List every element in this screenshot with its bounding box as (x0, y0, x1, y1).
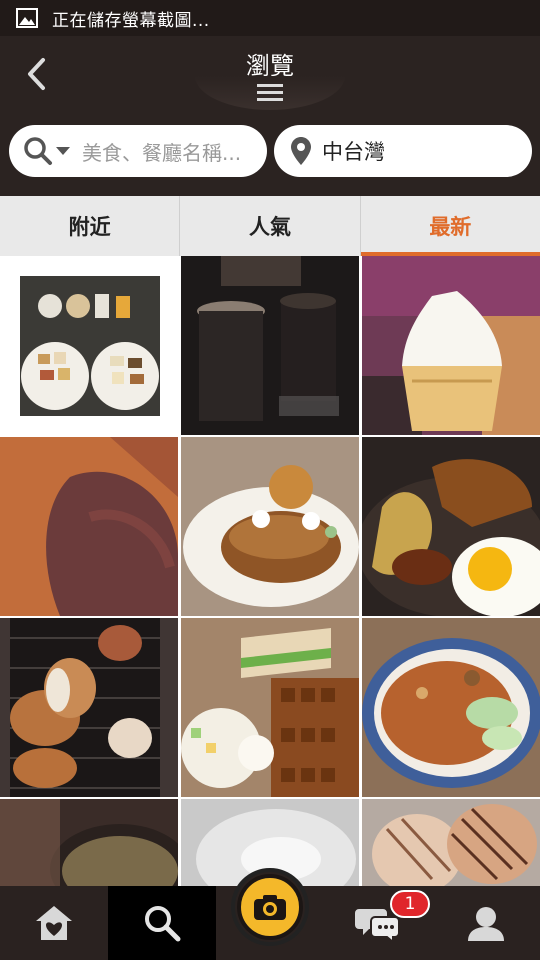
chat-badge: 1 (390, 890, 430, 918)
search-input[interactable]: 美食、餐廳名稱... (9, 125, 267, 177)
location-input[interactable]: 中台灣 (274, 125, 532, 177)
pork-floss-cake-photo[interactable] (0, 437, 178, 616)
search-placeholder: 美食、餐廳名稱... (82, 140, 242, 165)
pork-cutlet-photo[interactable] (0, 618, 178, 797)
search-icon (145, 906, 181, 942)
search-icon (24, 137, 52, 165)
dark-stew-photo[interactable] (0, 799, 178, 886)
location-pin-icon (291, 137, 311, 165)
camera-icon (254, 895, 286, 920)
rice-bowl-photo[interactable] (362, 618, 540, 797)
header: 瀏覽 (0, 36, 540, 116)
chicken-noodle-egg-photo[interactable] (362, 437, 540, 616)
dropdown-caret-icon[interactable] (56, 147, 70, 155)
tab-nearby[interactable]: 附近 (0, 196, 181, 256)
tab-bar: 附近 人氣 最新 (0, 196, 540, 256)
tab-popular[interactable]: 人氣 (180, 196, 361, 256)
sandwich-waffle-platter-photo[interactable] (181, 618, 359, 797)
home-icon (36, 906, 72, 940)
bottom-nav: 1 (0, 868, 540, 960)
status-text: 正在儲存螢幕截圖... (52, 10, 210, 31)
nav-profile-button[interactable] (432, 886, 540, 960)
dark-drinks-photo[interactable] (181, 256, 359, 435)
camera-button[interactable] (231, 868, 309, 946)
nav-home-button[interactable] (0, 886, 108, 960)
grilled-sandwich-photo[interactable] (362, 799, 540, 886)
nav-search-button[interactable] (108, 886, 216, 960)
location-value: 中台灣 (322, 140, 385, 164)
soft-serve-ice-cream-photo[interactable] (362, 256, 540, 435)
search-row: 美食、餐廳名稱... 中台灣 (0, 116, 540, 196)
photo-grid (0, 256, 540, 886)
menu-button[interactable] (195, 76, 345, 110)
waffle-ice-cream-photo[interactable] (181, 437, 359, 616)
tab-latest[interactable]: 最新 (360, 196, 540, 256)
profile-icon (468, 907, 504, 941)
hamburger-menu-icon (257, 84, 283, 101)
gallery-icon (16, 8, 38, 28)
food-platter-photo[interactable] (0, 256, 178, 435)
status-bar: 正在儲存螢幕截圖... (0, 0, 540, 36)
